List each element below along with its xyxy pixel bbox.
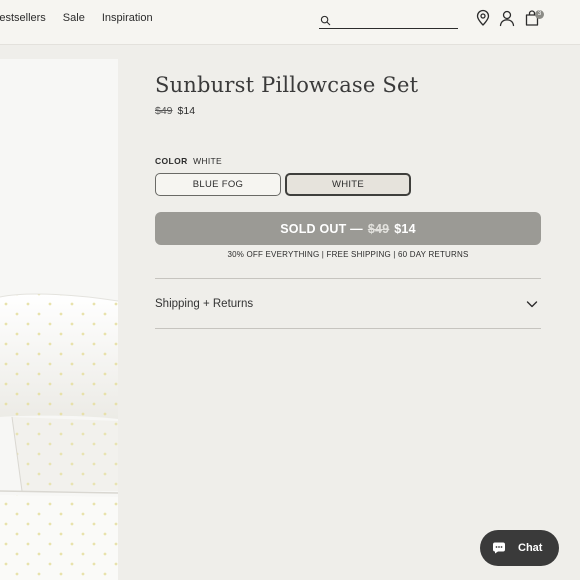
product-price: $49 $14 <box>155 105 195 117</box>
chevron-down-icon <box>526 300 538 307</box>
swatch-blue-fog[interactable]: BLUE FOG <box>155 173 281 196</box>
pillowcase-photo <box>0 59 118 580</box>
search-icon <box>320 15 331 26</box>
divider <box>155 328 541 329</box>
chat-button[interactable]: Chat <box>480 530 559 566</box>
account-icon[interactable] <box>498 9 516 27</box>
product-image[interactable] <box>0 59 118 580</box>
main-nav: Bestsellers Sale Inspiration <box>0 12 153 24</box>
sold-out-button[interactable]: SOLD OUT — $49 $14 <box>155 212 541 245</box>
nav-item-bestsellers[interactable]: Bestsellers <box>0 12 46 24</box>
promo-text: 30% OFF EVERYTHING | FREE SHIPPING | 60 … <box>227 250 469 259</box>
original-price: $49 <box>155 105 173 117</box>
color-selector-label: COLOR WHITE <box>155 156 222 166</box>
sold-out-original-price: $49 <box>367 221 390 236</box>
sold-out-label: SOLD OUT — <box>280 221 363 236</box>
sold-out-sale-price: $14 <box>394 221 416 236</box>
search-input[interactable] <box>335 13 455 27</box>
site-header: Bestsellers Sale Inspiration 3 <box>0 0 580 45</box>
search-bar[interactable] <box>319 13 458 29</box>
swatch-white[interactable]: WHITE <box>285 173 411 196</box>
nav-item-inspiration[interactable]: Inspiration <box>102 12 153 24</box>
cart-count-badge: 3 <box>535 10 544 19</box>
product-title: Sunburst Pillowcase Set <box>155 73 419 97</box>
location-pin-icon[interactable] <box>474 9 492 27</box>
shipping-returns-accordion[interactable]: Shipping + Returns <box>155 279 541 328</box>
chat-label: Chat <box>518 542 543 554</box>
sale-price: $14 <box>177 105 196 117</box>
color-label-key: COLOR <box>155 156 188 166</box>
color-label-value: WHITE <box>193 156 222 166</box>
chat-bubble-icon <box>493 542 505 554</box>
nav-item-sale[interactable]: Sale <box>63 12 85 24</box>
accordion-label: Shipping + Returns <box>155 297 254 310</box>
